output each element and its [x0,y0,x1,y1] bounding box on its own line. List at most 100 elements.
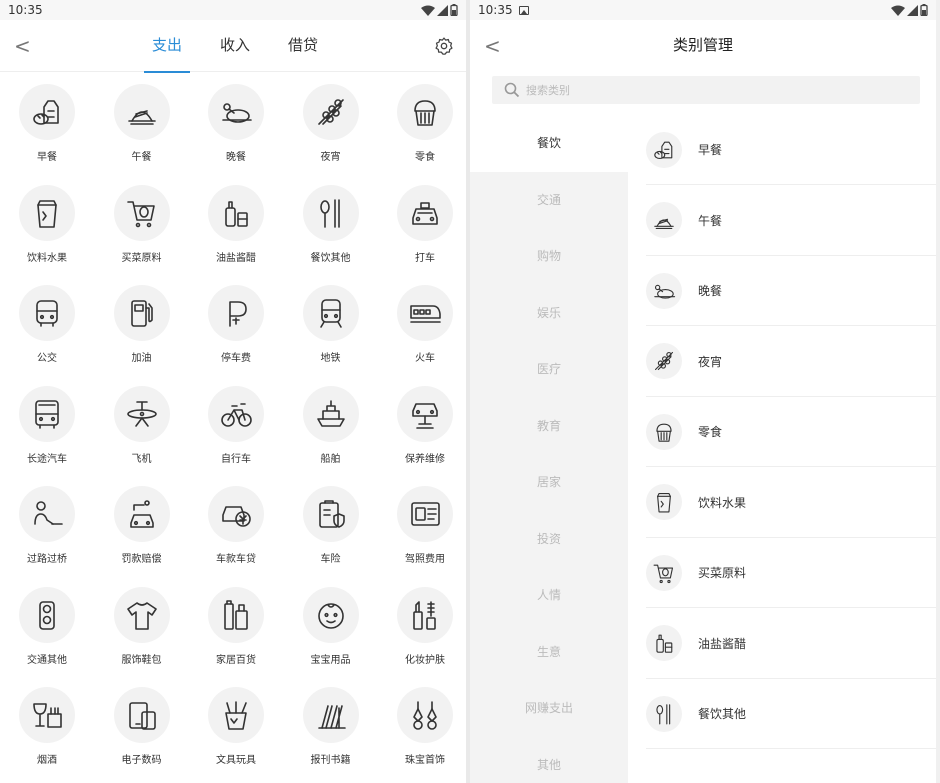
wine-cigarette-icon [19,687,75,743]
category-cell[interactable]: 加油 [95,285,189,364]
cupcake-icon [646,413,682,450]
category-cell[interactable]: 珠宝首饰 [378,687,466,766]
sidebar-item-group[interactable]: 网赚支出 [470,680,628,737]
category-cell[interactable]: 地铁 [284,285,378,364]
category-cell[interactable]: 饮料水果 [0,184,94,264]
category-cell[interactable]: 飞机 [95,385,189,465]
sidebar-item-group[interactable]: 餐饮 [470,115,628,172]
category-cell[interactable]: 电子数码 [95,687,189,766]
category-cell[interactable]: 早餐 [0,84,94,163]
sidebar-item-group[interactable]: 交通 [470,172,628,229]
category-cell[interactable]: 油盐酱醋 [189,184,283,264]
search-input[interactable]: 搜索类别 [492,76,920,104]
category-cell[interactable]: 公交 [0,285,94,364]
category-row[interactable]: 餐饮其他 [646,679,936,749]
category-row-label: 夜宵 [698,354,723,369]
top-bar: < 支出 收入 借贷 [0,20,466,73]
category-cell[interactable]: 保养维修 [378,385,466,465]
category-row[interactable]: 晚餐 [646,256,936,326]
category-label: 宝宝用品 [310,654,351,666]
category-row[interactable]: 买菜原料 [646,538,936,608]
category-cell[interactable]: 化妆护肤 [378,586,466,666]
category-cell[interactable]: 交通其他 [0,586,94,666]
category-label: 停车费 [221,353,251,364]
category-cell[interactable]: 买菜原料 [95,184,189,264]
sidebar-item-group[interactable]: 居家 [470,454,628,511]
category-row-label: 饮料水果 [698,495,747,510]
traffic-light-icon [19,586,75,643]
active-tab-indicator [144,71,190,73]
category-label: 服饰鞋包 [121,654,162,666]
metro-icon [302,285,359,341]
back-button[interactable]: < [14,34,31,58]
category-cell[interactable]: 火车 [378,285,466,364]
sidebar-item-group[interactable]: 娱乐 [470,285,628,342]
category-cell[interactable]: 长途汽车 [0,385,94,465]
signal-icon [907,4,918,16]
category-management-screen: 10:35 < 类别管理 搜索类别 餐饮 交通 购物 娱乐 医疗 教育 居家 投资 人情 生意 网赚… [470,0,936,783]
sidebar-item-group[interactable]: 其他 [470,737,628,783]
category-cell[interactable]: 文具玩具 [189,687,283,766]
image-notification-icon [518,5,529,15]
gear-icon[interactable] [434,36,454,56]
sidebar-item-group[interactable]: 购物 [470,228,628,285]
household-icon [208,586,264,643]
tab-loan[interactable]: 借贷 [288,34,318,55]
category-cell[interactable]: 零食 [378,84,466,163]
category-cell[interactable]: 午餐 [95,84,189,163]
category-row[interactable]: 夜宵 [646,327,936,397]
sidebar-item-group[interactable]: 教育 [470,398,628,455]
drink-cup-icon [19,184,75,241]
category-cell[interactable]: 车险 [284,486,378,565]
train-icon [397,285,453,341]
category-label: 保养维修 [405,453,445,465]
category-label: 午餐 [131,152,152,163]
category-cell[interactable]: 停车费 [189,285,283,364]
category-row[interactable]: 饮料水果 [646,468,936,538]
category-row[interactable]: 早餐 [646,115,936,185]
category-cell[interactable]: 宝宝用品 [284,586,378,666]
category-cell[interactable]: 烟酒 [0,687,94,766]
category-row[interactable]: 油盐酱醋 [646,609,936,679]
category-label: 打车 [415,252,435,264]
category-cell[interactable]: 驾照费用 [378,486,466,565]
category-cell[interactable]: 夜宵 [284,84,378,163]
tab-income[interactable]: 收入 [220,34,250,55]
category-label: 车款车贷 [216,554,256,565]
category-row-label: 晚餐 [698,284,723,298]
license-icon [397,486,453,542]
sidebar-item-group[interactable]: 生意 [470,624,628,681]
status-bar: 10:35 [470,0,936,20]
category-label: 零食 [415,152,435,163]
sidebar-item-group[interactable]: 投资 [470,511,628,568]
category-cell[interactable]: 服饰鞋包 [95,586,189,666]
parking-icon [208,285,264,341]
car-insurance-icon [302,486,359,542]
sidebar-item-group[interactable]: 医疗 [470,341,628,398]
category-cell[interactable]: 报刊书籍 [284,687,378,766]
category-cell[interactable]: 车款车贷 [189,486,283,565]
category-cell[interactable]: 家居百货 [189,586,283,666]
category-cell[interactable]: 晚餐 [189,84,283,163]
status-icons [891,4,928,16]
tab-expense[interactable]: 支出 [152,34,182,55]
search-icon [504,82,520,98]
category-label: 电子数码 [121,755,162,766]
devices-icon [113,687,170,743]
category-cell[interactable]: 打车 [378,184,466,264]
shopping-cart-icon [113,184,170,241]
category-row[interactable]: 零食 [646,397,936,467]
category-cell[interactable]: 船舶 [284,385,378,465]
cosmetics-icon [397,586,453,643]
bicycle-icon [208,385,264,442]
category-label: 长途汽车 [27,453,67,465]
category-cell[interactable]: 罚款赔偿 [95,486,189,565]
category-row[interactable]: 午餐 [646,186,936,256]
category-cell[interactable]: 过路过桥 [0,486,94,565]
bottles-icon [208,184,264,241]
sidebar-item-group[interactable]: 人情 [470,567,628,624]
baby-icon [302,586,359,643]
category-label: 车险 [320,554,341,565]
category-cell[interactable]: 自行车 [189,385,283,465]
category-cell[interactable]: 餐饮其他 [284,184,378,264]
